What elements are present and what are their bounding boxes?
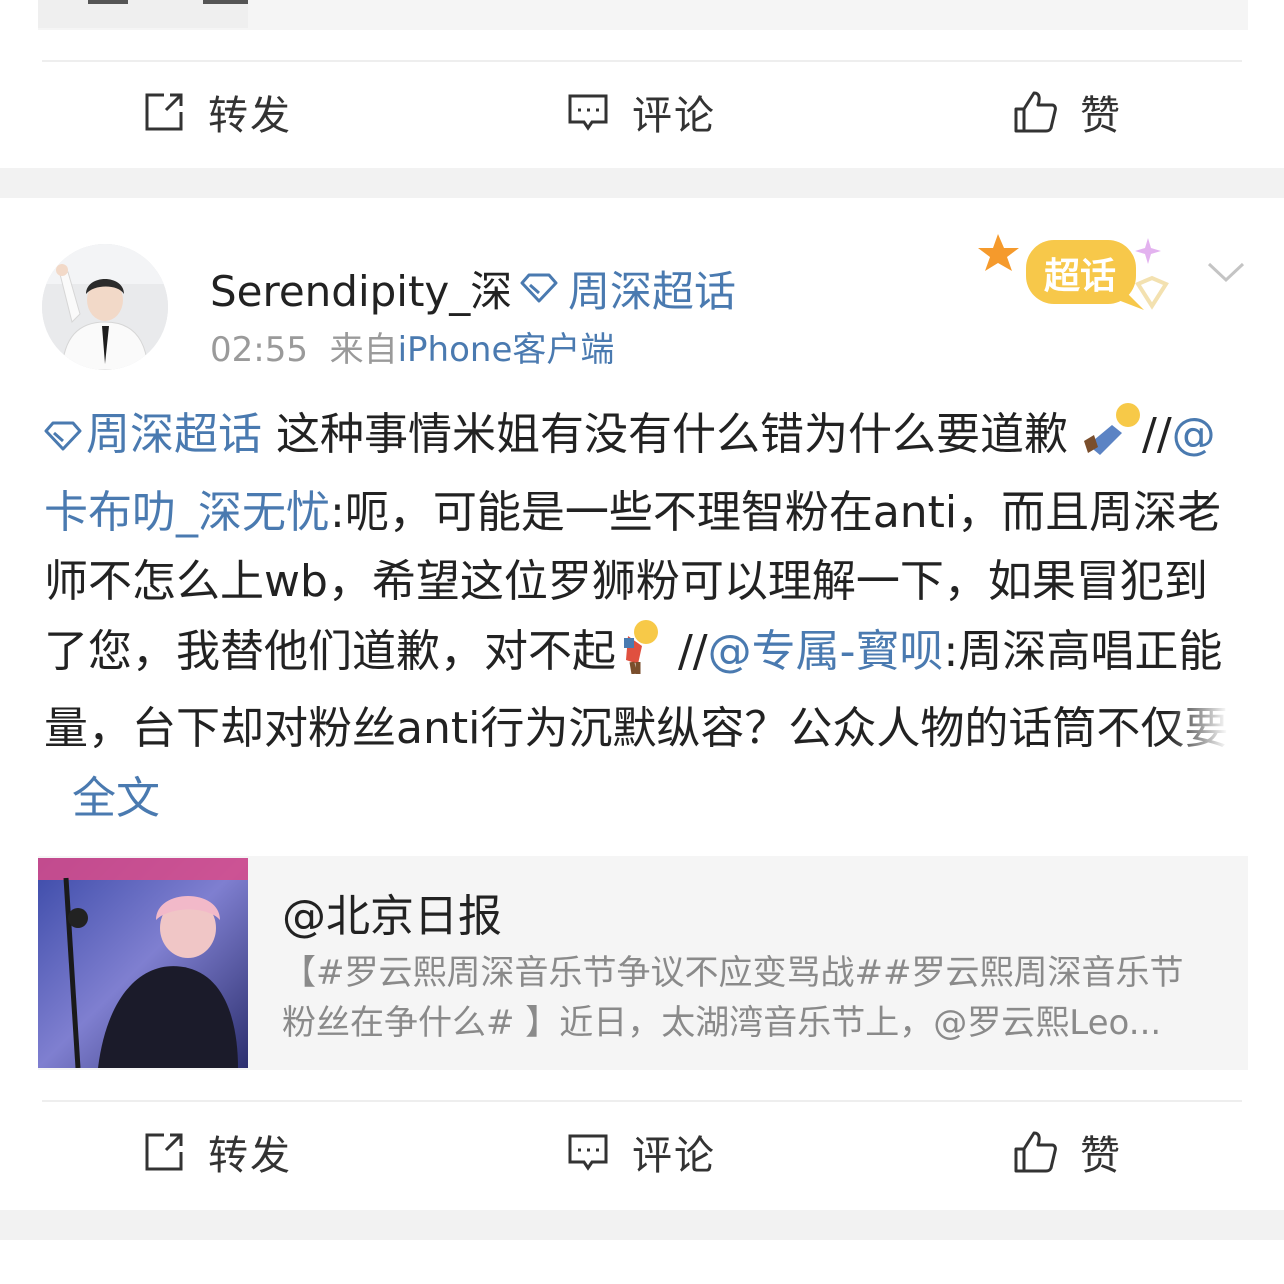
post-time: 02:55: [210, 330, 308, 370]
supertopic-tag[interactable]: 周深超话: [520, 258, 736, 319]
share-box-icon: [142, 1130, 186, 1174]
repost-label: 转发: [208, 1133, 292, 1179]
like-label: 赞: [1080, 1133, 1122, 1179]
content-text-1: 这种事情米姐有没有什么错为什么要道歉: [262, 409, 1068, 460]
text-fade: [1168, 705, 1229, 749]
post-source[interactable]: iPhone客户端: [398, 330, 615, 370]
comment-label: 评论: [632, 93, 716, 139]
quoted-author[interactable]: @北京日报: [282, 880, 502, 944]
comment-button[interactable]: 评论: [566, 82, 716, 142]
quoted-post-thumbnail: [38, 858, 248, 1068]
topic-link[interactable]: 周深超话: [44, 409, 262, 460]
comment-bubble-icon: [566, 1130, 610, 1174]
username[interactable]: Serendipity_深: [210, 258, 512, 319]
previous-quoted-thumbnail: [38, 0, 248, 28]
like-button[interactable]: 赞: [1012, 1122, 1122, 1182]
comment-bubble-icon: [566, 90, 610, 134]
post-content: 周深超话 这种事情米姐有没有什么错为什么要道歉 //@卡布叻_深无忧:呃，可能是…: [44, 400, 1244, 833]
feed-separator: [0, 168, 1284, 198]
post-meta: 02:55 来自iPhone客户端: [210, 322, 614, 371]
divider: [42, 60, 1242, 62]
topic-link-label: 周深超话: [86, 409, 262, 460]
share-box-icon: [142, 90, 186, 134]
repost-separator-1: //: [1142, 409, 1172, 460]
comment-label: 评论: [632, 1133, 716, 1179]
supertopic-tag-label: 周深超话: [568, 267, 737, 316]
expand-full-text-link[interactable]: 全文: [72, 773, 160, 824]
comment-button[interactable]: 评论: [566, 1122, 716, 1182]
bowing-person-emoji-icon: [616, 618, 664, 695]
supertopic-badge[interactable]: 超话: [976, 226, 1176, 326]
divider: [42, 1100, 1242, 1102]
repost-separator-2: //: [664, 625, 708, 677]
avatar[interactable]: [42, 244, 168, 370]
quoted-text: 【#罗云熙周深音乐节争议不应变骂战##罗云熙周深音乐节粉丝在争什么# 】近日，太…: [282, 953, 1184, 1043]
thumbs-up-icon: [1012, 1129, 1058, 1175]
badge-label: 超话: [1044, 256, 1116, 297]
chevron-down-icon[interactable]: [1206, 258, 1246, 292]
like-label: 赞: [1080, 93, 1122, 139]
repost-button[interactable]: 转发: [142, 82, 292, 142]
like-button[interactable]: 赞: [1012, 82, 1122, 142]
mention-link-2[interactable]: @专属-寳呗: [708, 626, 944, 677]
repost-button[interactable]: 转发: [142, 1122, 292, 1182]
feed-separator: [0, 1210, 1284, 1240]
diamond-icon: [44, 421, 82, 451]
repost-label: 转发: [208, 93, 292, 139]
thumbs-up-icon: [1012, 89, 1058, 135]
falling-person-emoji-icon: [1082, 401, 1142, 478]
diamond-icon: [520, 264, 568, 313]
from-prefix: 来自: [329, 330, 398, 370]
